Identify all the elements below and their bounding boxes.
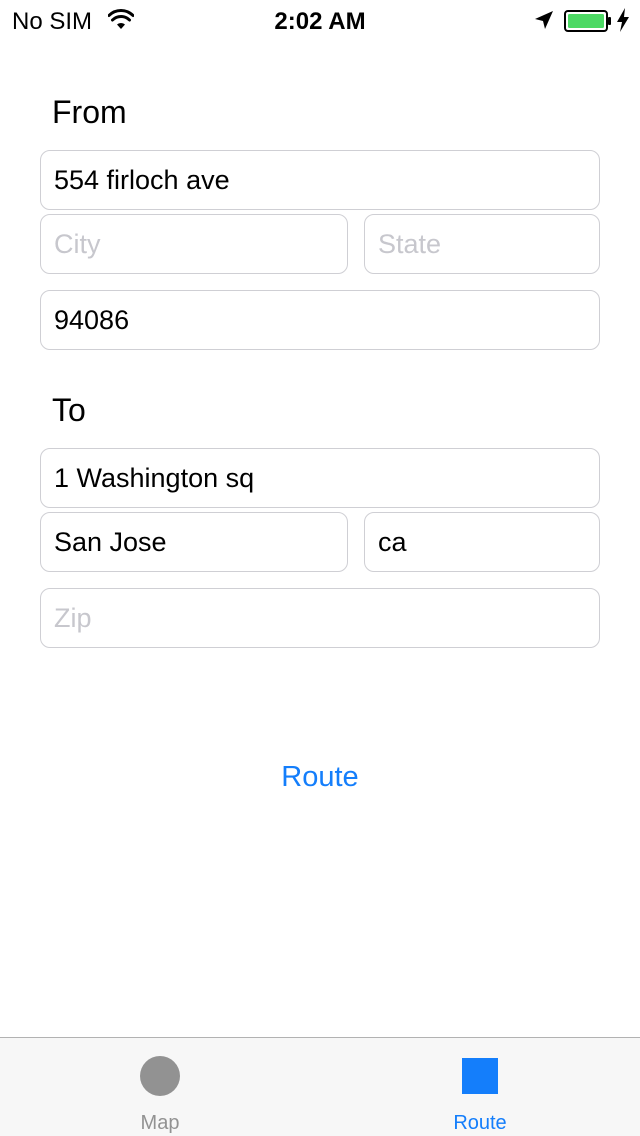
from-heading: From: [52, 94, 127, 130]
route-button[interactable]: Route: [220, 760, 420, 795]
to-street-field[interactable]: [40, 448, 600, 508]
to-state-field[interactable]: [364, 512, 600, 572]
status-bar: No SIM 2:02 AM: [0, 0, 640, 40]
to-city-field[interactable]: [40, 512, 348, 572]
charging-bolt-icon: [617, 8, 629, 32]
map-circle-icon: [140, 1056, 180, 1096]
from-zip-field[interactable]: [40, 290, 600, 350]
tab-route-label: Route: [453, 1112, 507, 1134]
route-square-icon: [462, 1058, 498, 1094]
tab-bar: Map Route: [0, 1037, 640, 1136]
tab-map-label: Map: [140, 1112, 180, 1134]
route-screen: No SIM 2:02 AM From To Route: [0, 0, 640, 1136]
tab-map[interactable]: Map: [0, 1038, 320, 1136]
from-city-field[interactable]: [40, 214, 348, 274]
to-heading: To: [52, 392, 86, 428]
to-zip-field[interactable]: [40, 588, 600, 648]
from-state-field[interactable]: [364, 214, 600, 274]
battery-icon: [564, 10, 611, 32]
location-arrow-icon: [535, 11, 553, 29]
from-street-field[interactable]: [40, 150, 600, 210]
tab-route[interactable]: Route: [320, 1038, 640, 1136]
